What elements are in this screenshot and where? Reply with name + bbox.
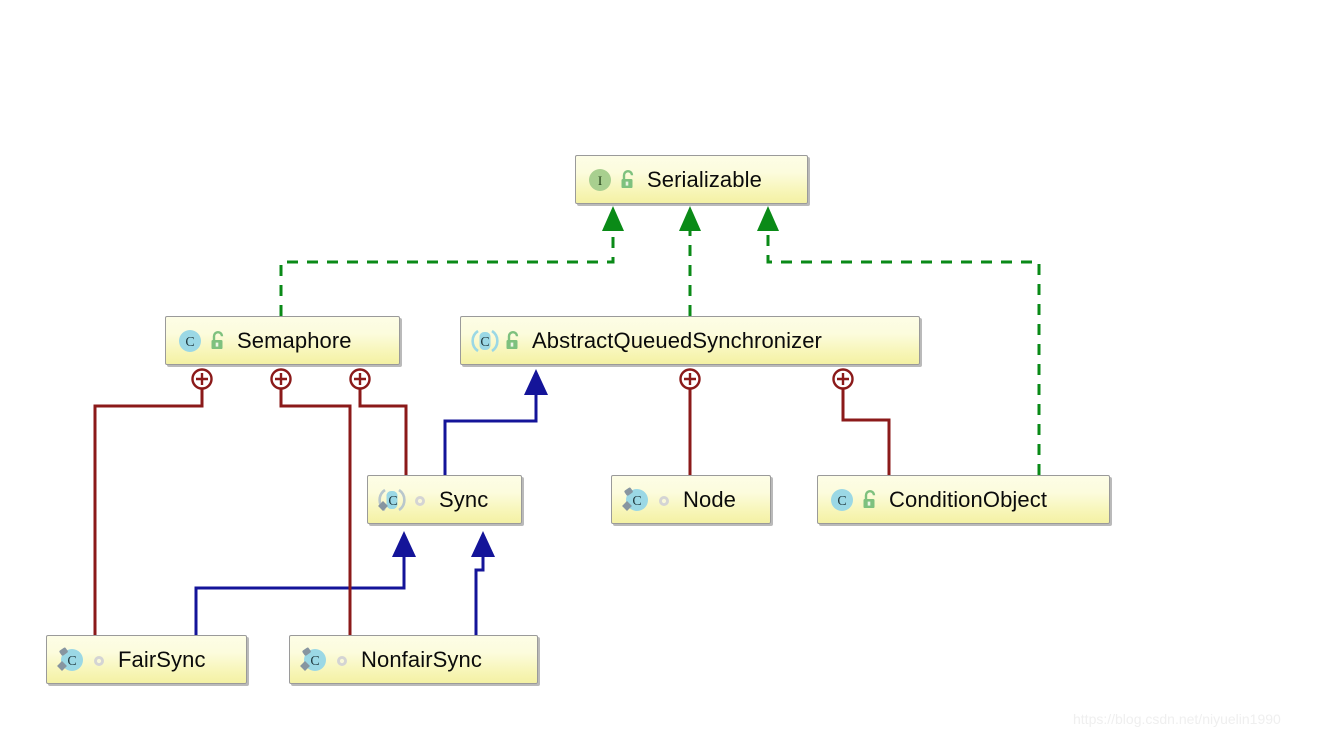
unlocked-public-icon xyxy=(860,489,880,511)
edge-semaphore-contains-fairsync xyxy=(93,368,213,635)
edge-semaphore-implements-serializable xyxy=(279,206,624,316)
svg-text:C: C xyxy=(67,654,76,669)
package-private-dot-icon xyxy=(410,489,430,511)
edge-aqs-contains-node xyxy=(679,368,701,475)
node-label: NonfairSync xyxy=(361,646,482,672)
uml-node-sync[interactable]: C Sync xyxy=(367,475,522,524)
inner-class-icon: C xyxy=(622,486,650,514)
node-label: Sync xyxy=(439,486,489,512)
svg-text:C: C xyxy=(480,335,489,350)
uml-node-abstractqueuedsynchronizer[interactable]: C AbstractQueuedSynchronizer xyxy=(460,316,920,365)
svg-text:C: C xyxy=(632,494,641,509)
inner-class-icon: C xyxy=(300,646,328,674)
edge-nonfairsync-extends-sync xyxy=(471,531,495,635)
node-label: AbstractQueuedSynchronizer xyxy=(532,327,822,353)
uml-node-node[interactable]: C Node xyxy=(611,475,771,524)
abstract-inner-class-icon: C xyxy=(378,486,406,514)
node-label: Node xyxy=(683,486,736,512)
edge-sync-extends-aqs xyxy=(443,369,548,475)
unlocked-public-icon xyxy=(503,330,523,352)
svg-text:C: C xyxy=(388,494,397,509)
svg-text:C: C xyxy=(185,335,194,350)
uml-node-serializable[interactable]: I Serializable xyxy=(575,155,808,204)
unlocked-public-icon xyxy=(618,169,638,191)
svg-text:C: C xyxy=(310,654,319,669)
watermark-text: https://blog.csdn.net/niyuelin1990 xyxy=(1073,711,1281,727)
interface-icon: I xyxy=(586,166,614,194)
uml-node-fairsync[interactable]: C FairSync xyxy=(46,635,247,684)
uml-node-semaphore[interactable]: C Semaphore xyxy=(165,316,400,365)
edge-fairsync-extends-sync xyxy=(194,531,416,635)
class-icon: C xyxy=(828,486,856,514)
edge-aqs-contains-conditionobject xyxy=(832,368,891,475)
node-label: Semaphore xyxy=(237,327,352,353)
package-private-dot-icon xyxy=(89,649,109,671)
uml-class-diagram: I Serializable C Semaphore C AbstractQue… xyxy=(0,0,1318,744)
edge-semaphore-contains-nonfairsync xyxy=(270,368,352,635)
edge-semaphore-contains-sync xyxy=(349,368,408,475)
uml-node-nonfairsync[interactable]: C NonfairSync xyxy=(289,635,538,684)
uml-node-conditionobject[interactable]: C ConditionObject xyxy=(817,475,1110,524)
package-private-dot-icon xyxy=(332,649,352,671)
class-icon: C xyxy=(176,327,204,355)
edge-aqs-implements-serializable xyxy=(679,206,701,316)
node-label: FairSync xyxy=(118,646,206,672)
inner-class-icon: C xyxy=(57,646,85,674)
node-label: ConditionObject xyxy=(889,486,1048,512)
unlocked-public-icon xyxy=(208,330,228,352)
abstract-class-icon: C xyxy=(471,327,499,355)
package-private-dot-icon xyxy=(654,489,674,511)
node-label: Serializable xyxy=(647,166,762,192)
edge-layer xyxy=(93,206,1041,635)
svg-text:I: I xyxy=(598,173,602,188)
svg-text:C: C xyxy=(837,494,846,509)
